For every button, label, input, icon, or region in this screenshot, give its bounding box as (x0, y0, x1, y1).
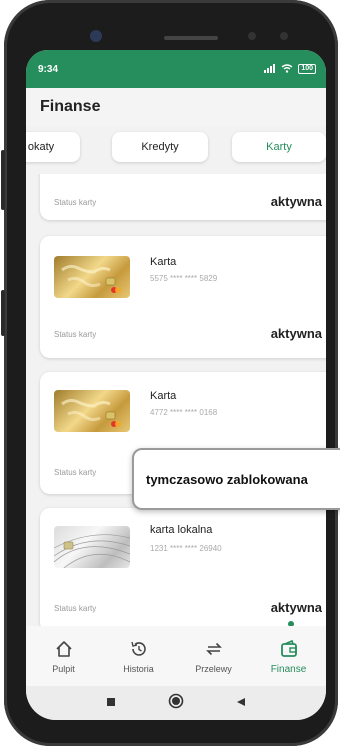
status-label: Status karty (54, 330, 97, 339)
tab-karty[interactable]: Karty (232, 132, 326, 162)
nav-label: Historia (123, 664, 154, 674)
history-icon (129, 638, 149, 660)
gold-card-image (54, 390, 130, 432)
back-icon[interactable] (236, 694, 246, 712)
status-value: tymczasowo zablokowana (146, 471, 308, 487)
card-number: 5575 **** **** 5829 (150, 274, 218, 283)
card-name: karta lokalna (150, 524, 213, 536)
status-label: Status karty (54, 198, 97, 207)
card-number: 1231 **** **** 26940 (150, 544, 222, 553)
card-item[interactable]: karta lokalna 1231 **** **** 26940 Statu… (40, 508, 326, 626)
nav-finanse[interactable]: Finanse (251, 626, 326, 686)
card-item[interactable]: Karta 5575 **** **** 5829 Status karty a… (40, 236, 326, 358)
status-label: Status karty (54, 468, 97, 477)
status-label: Status karty (54, 604, 97, 613)
status-bar: 9:34 100 (26, 50, 326, 88)
page-title: Finanse (26, 88, 326, 126)
nav-label: Przelewy (195, 664, 232, 674)
silver-card-image (54, 526, 130, 568)
tab-kredyty[interactable]: Kredyty (112, 132, 208, 162)
system-nav-bar (26, 686, 326, 720)
tab-lokaty[interactable]: okaty (26, 132, 80, 162)
signal-icon (264, 63, 276, 75)
sensor (280, 32, 288, 40)
recents-icon[interactable] (106, 694, 116, 712)
wallet-icon (279, 638, 299, 660)
nav-label: Finanse (270, 664, 307, 675)
battery-icon: 100 (298, 64, 316, 74)
nav-pulpit[interactable]: Pulpit (26, 626, 101, 686)
app-screen: 9:34 100 Finanse okaty Kredyty Karty Sta… (26, 50, 326, 720)
wifi-icon (281, 63, 293, 75)
side-button (1, 290, 5, 336)
sensor (248, 32, 256, 40)
nav-historia[interactable]: Historia (101, 626, 176, 686)
volume-button (1, 150, 5, 210)
card-name: Karta (150, 390, 177, 402)
status-value: aktywna (270, 600, 322, 615)
card-item[interactable]: Status karty aktywna (40, 174, 326, 220)
tab-label: Karty (266, 141, 292, 153)
bottom-nav: Pulpit Historia Przelewy Finanse (26, 626, 326, 686)
status-time: 9:34 (38, 63, 59, 75)
card-number: 4772 **** **** 0168 (150, 408, 218, 417)
phone-frame: 9:34 100 Finanse okaty Kredyty Karty Sta… (1, 0, 340, 746)
gold-card-image (54, 256, 130, 298)
nav-label: Pulpit (52, 664, 75, 674)
front-camera (90, 30, 102, 42)
blocked-status-callout: tymczasowo zablokowana (132, 448, 340, 510)
speaker (164, 36, 218, 40)
product-tabs: okaty Kredyty Karty (26, 132, 326, 170)
status-value: aktywna (270, 194, 322, 209)
status-value: aktywna (270, 326, 322, 341)
transfer-icon (204, 638, 224, 660)
tab-label: Kredyty (141, 141, 179, 153)
home-button-icon[interactable] (168, 693, 184, 714)
card-list[interactable]: Status karty aktywna Karta 5575 **** ***… (26, 174, 326, 626)
home-icon (54, 638, 74, 660)
nav-przelewy[interactable]: Przelewy (176, 626, 251, 686)
card-name: Karta (150, 256, 177, 268)
tab-label: okaty (27, 141, 55, 153)
